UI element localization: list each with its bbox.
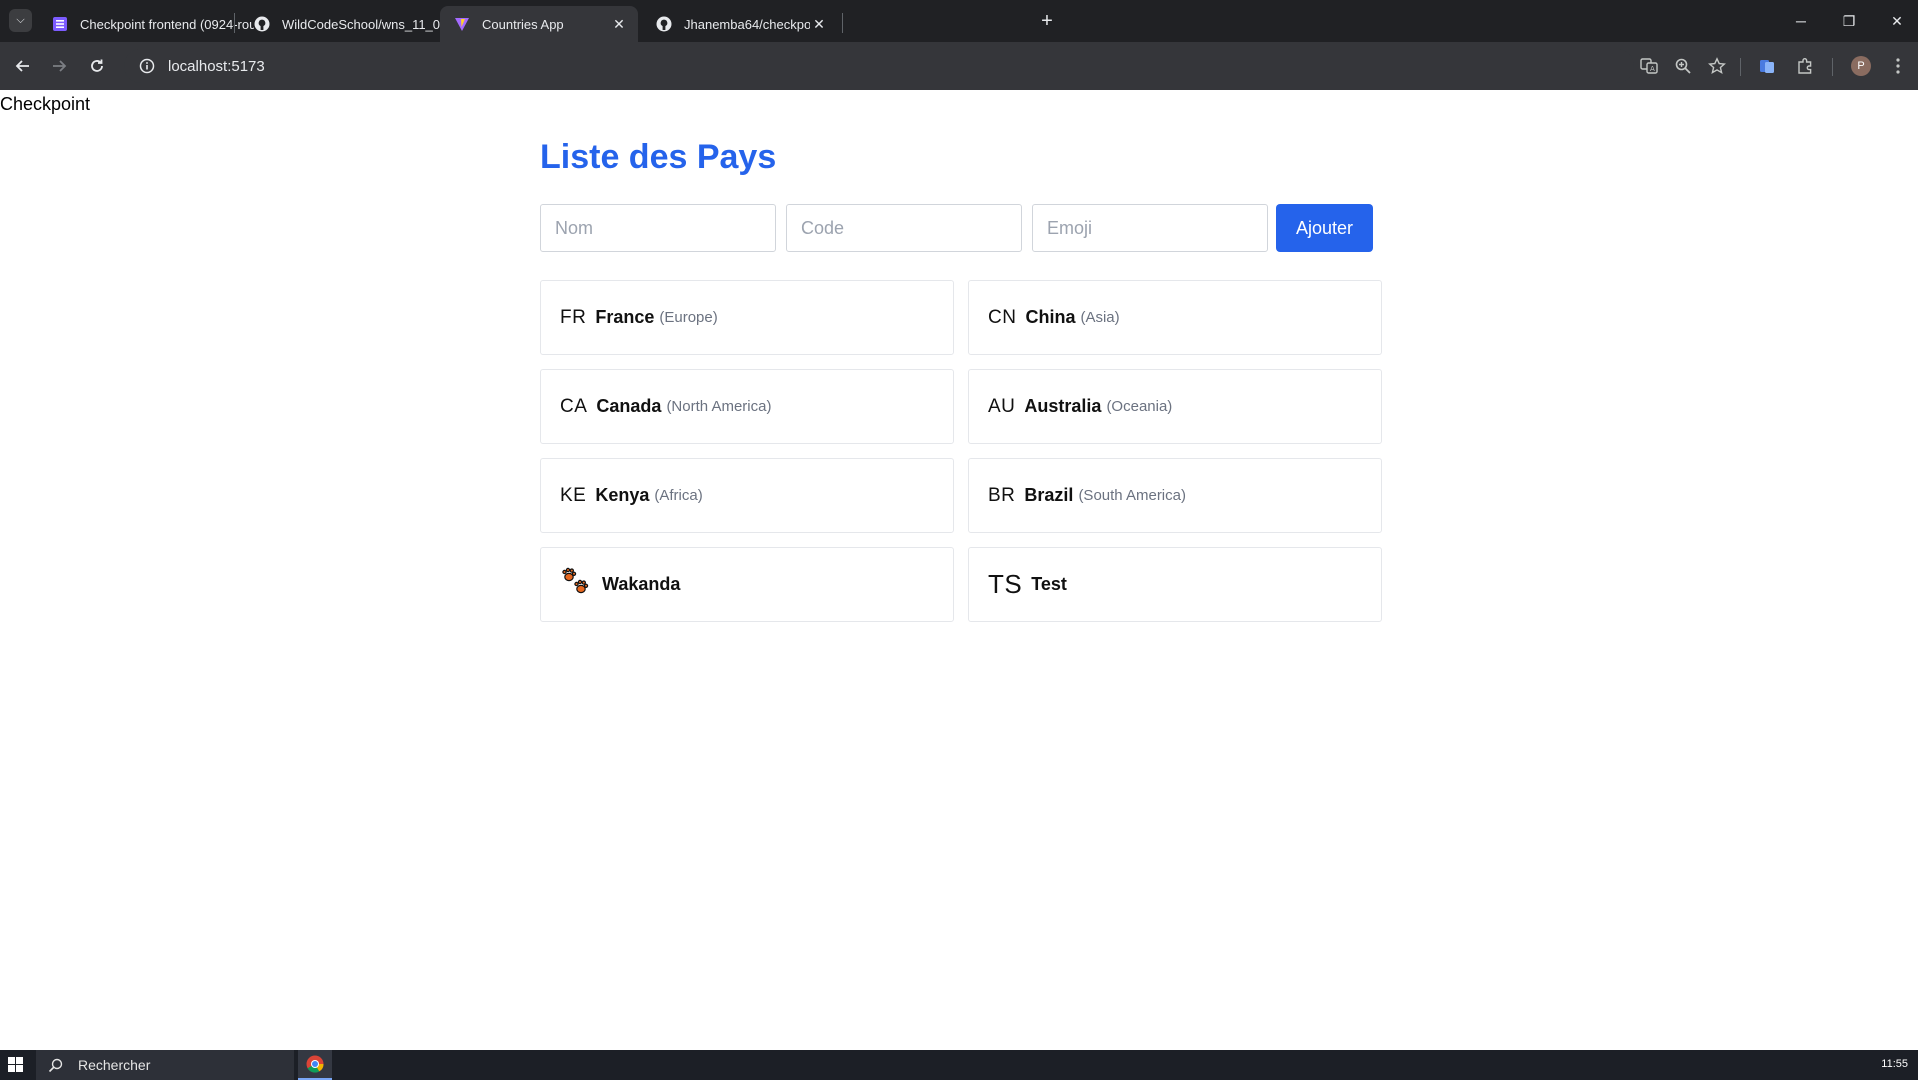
plus-icon: + [1041,9,1053,32]
toolbar-separator [1740,58,1741,76]
country-name: Wakanda [602,574,681,594]
country-continent: (Asia) [1080,309,1120,326]
github-icon [254,16,270,32]
svg-text:A: A [1650,65,1655,73]
extensions-puzzle-icon[interactable] [1793,54,1817,78]
new-tab-button[interactable]: + [1036,10,1058,32]
bookmark-star-icon[interactable] [1705,54,1729,78]
country-continent: (Oceania) [1106,398,1173,415]
emoji-input[interactable] [1032,204,1268,252]
country-card-france[interactable]: FR France (Europe) [540,280,954,355]
country-card-canada[interactable]: CA Canada (North America) [540,369,954,444]
zoom-icon[interactable] [1671,54,1695,78]
restore-icon: ❐ [1842,12,1856,29]
tab-countries-app[interactable]: Countries App ✕ [440,6,638,42]
browser-toolbar: localhost:5173 A P [0,42,1918,90]
arrow-left-icon [15,60,29,72]
minimize-window-button[interactable]: ─ [1778,0,1824,42]
search-icon [48,1058,68,1073]
os-taskbar: Rechercher 11:55 [0,1050,1918,1080]
tab-title: Countries App [482,16,564,32]
country-continent: (Europe) [659,309,718,326]
country-card-china[interactable]: CN China (Asia) [968,280,1382,355]
tab-title: WildCodeSchool/wns_11_05_20 [282,16,456,32]
arrow-right-icon [53,60,67,72]
tab-separator [234,13,235,33]
page-heading: Liste des Pays [540,138,777,176]
tab-title: Jhanemba64/checkpoint [684,16,810,32]
country-card-test[interactable]: TS Test [968,547,1382,622]
country-emoji: KE [560,484,587,506]
tasks-icon [52,16,68,32]
taskbar-search-label: Rechercher [78,1057,151,1073]
country-emoji: BR [988,484,1016,506]
country-card-kenya[interactable]: KE Kenya (Africa) [540,458,954,533]
country-name: Kenya [595,485,650,505]
tab-separator [842,13,843,33]
profile-avatar[interactable]: P [1851,56,1871,76]
country-emoji: CA [560,395,588,417]
country-name: China [1025,307,1076,327]
site-info-icon[interactable] [130,49,164,83]
forward-button[interactable] [45,52,73,80]
country-emoji: TS [988,569,1023,599]
tab-search-button[interactable]: ⌵ [9,9,32,32]
country-card-brazil[interactable]: BR Brazil (South America) [968,458,1382,533]
vite-icon [454,16,470,32]
country-continent: (Africa) [654,487,703,504]
github-icon [656,16,672,32]
close-window-button[interactable]: ✕ [1874,0,1918,42]
site-title: Checkpoint [0,94,91,114]
reload-icon [91,59,103,72]
country-continent: (North America) [666,398,772,415]
browser-tab-bar: ⌵ Checkpoint frontend (0924-rou ✕ WildCo… [0,0,1918,42]
translate-icon[interactable]: A [1637,54,1661,78]
add-country-button[interactable]: Ajouter [1276,204,1373,252]
country-name: Brazil [1024,485,1074,505]
country-emoji: AU [988,395,1016,417]
kebab-menu-icon[interactable] [1886,54,1910,78]
address-bar[interactable]: localhost:5173 [124,49,1634,83]
minimize-icon: ─ [1796,13,1806,29]
toolbar-separator [1832,58,1833,76]
page-viewport: Checkpoint Liste des Pays Ajouter FR Fra… [0,90,1918,1050]
close-icon[interactable]: ✕ [810,15,828,33]
country-name: France [595,307,655,327]
restore-window-button[interactable]: ❐ [1826,0,1872,42]
paw-prints-icon [560,567,590,603]
taskbar-search[interactable]: Rechercher [36,1050,294,1080]
url-text: localhost:5173 [168,57,265,75]
tab-title: Checkpoint frontend (0924-rou [80,16,254,32]
country-continent: (South America) [1078,487,1186,504]
chrome-icon [306,1055,324,1073]
taskbar-chrome-button[interactable] [298,1050,332,1080]
close-icon[interactable]: ✕ [610,15,628,33]
country-name: Test [1031,574,1067,594]
windows-start-icon[interactable] [8,1057,24,1073]
close-icon: ✕ [1891,12,1903,29]
name-input[interactable] [540,204,776,252]
code-input[interactable] [786,204,1022,252]
extension-icon[interactable] [1755,54,1779,78]
country-card-wakanda[interactable]: Wakanda [540,547,954,622]
back-button[interactable] [9,52,37,80]
country-name: Australia [1024,396,1102,416]
country-card-australia[interactable]: AU Australia (Oceania) [968,369,1382,444]
chevron-down-icon: ⌵ [16,14,25,26]
country-name: Canada [596,396,662,416]
taskbar-clock: 11:55 [1881,1058,1908,1070]
tab-jhanemba-checkpoint[interactable]: Jhanemba64/checkpoint ✕ [642,6,838,42]
country-emoji: FR [560,306,587,328]
reload-button[interactable] [83,52,111,80]
country-emoji: CN [988,306,1017,328]
